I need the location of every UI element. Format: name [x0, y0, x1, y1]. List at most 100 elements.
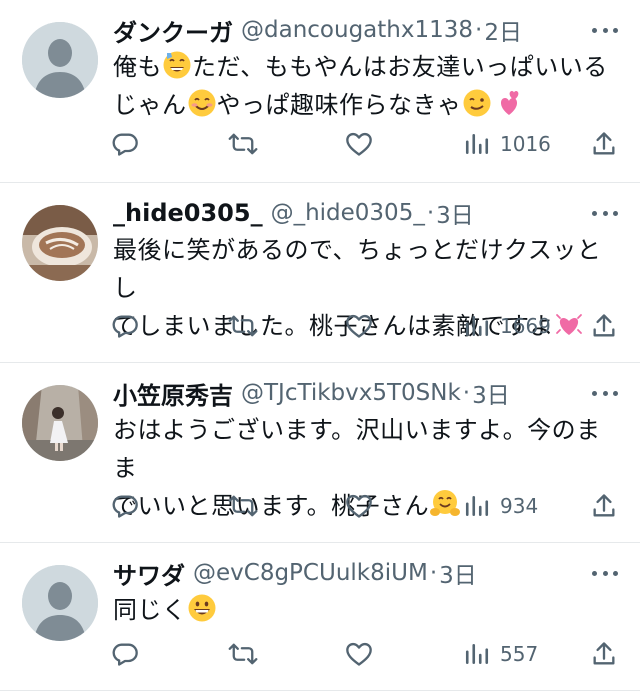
tweet-text-part: 同じく [113, 596, 187, 624]
like-button[interactable] [345, 130, 373, 158]
default-avatar-icon [22, 565, 98, 641]
display-name[interactable]: ダンクーガ [113, 13, 233, 48]
tweet-text-part: おはようございます。沢山いますよ。今のまま [113, 416, 601, 482]
tweet[interactable]: _hide0305_ @_hide0305_ · 3日 最後に笑があるので、ちょ… [0, 183, 640, 363]
share-button[interactable] [590, 640, 618, 668]
retweet-button[interactable] [228, 312, 258, 340]
tweet-actions: 934 [0, 490, 640, 522]
tweet-content: ダンクーガ @dancougathx1138 · 2日 俺も ただ、ももやんはお友… [113, 12, 618, 124]
views-button[interactable]: 1669 [464, 313, 551, 339]
views-icon [465, 496, 489, 516]
separator: · [426, 200, 435, 226]
share-button[interactable] [590, 312, 618, 340]
timestamp[interactable]: 3日 [436, 196, 474, 230]
timestamp[interactable]: 3日 [472, 376, 510, 410]
views-icon [465, 134, 489, 154]
share-button[interactable] [590, 130, 618, 158]
winking-emoji-icon [463, 89, 490, 117]
tweet-header: サワダ @evC8gPCUulk8iUM · 3日 [113, 555, 618, 591]
tweet-actions: 1669 [0, 310, 640, 342]
retweet-button[interactable] [228, 130, 258, 158]
tweet-text-part: やっぱ趣味作らなきゃ [216, 91, 462, 119]
tweet-text-part: 最後に笑があるので、ちょっとだけクスッとし [113, 236, 602, 302]
retweet-icon [228, 643, 258, 665]
default-avatar-icon [22, 22, 98, 98]
timeline: ダンクーガ @dancougathx1138 · 2日 俺も ただ、ももやんはお友… [0, 0, 640, 691]
retweet-button[interactable] [228, 640, 258, 668]
reply-button[interactable] [111, 640, 139, 668]
more-icon[interactable] [592, 383, 618, 403]
avatar[interactable] [22, 565, 98, 641]
like-icon [346, 314, 372, 338]
like-icon [346, 494, 372, 518]
reply-icon [112, 133, 138, 156]
reply-button[interactable] [111, 492, 139, 520]
tweet-actions: 1016 [0, 128, 640, 160]
like-icon [346, 642, 372, 666]
reply-icon [112, 495, 138, 518]
avatar-photo-icon [22, 205, 98, 281]
retweet-icon [228, 495, 258, 517]
view-count: 1016 [500, 132, 551, 156]
display-name[interactable]: _hide0305_ [113, 199, 263, 227]
tweet-text: 俺も ただ、ももやんはお友達いっぱいいる じゃん やっぱ趣味作らなきゃ [113, 48, 618, 124]
tweet-actions: 557 [0, 638, 640, 670]
avatar-photo-icon [22, 385, 98, 461]
reply-button[interactable] [111, 312, 139, 340]
views-button[interactable]: 1016 [464, 131, 551, 157]
separator: · [475, 17, 483, 43]
tweet-content: サワダ @evC8gPCUulk8iUM · 3日 同じく [113, 555, 618, 629]
more-icon[interactable] [592, 563, 618, 583]
retweet-button[interactable] [228, 492, 258, 520]
share-icon [593, 132, 615, 155]
views-icon [465, 316, 489, 336]
tweet-header: 小笠原秀吉 @TJcTikbvx5T0SNk · 3日 [113, 375, 618, 411]
timestamp[interactable]: 3日 [439, 556, 477, 590]
two-hearts-emoji-icon [500, 91, 518, 115]
share-icon [593, 494, 615, 517]
more-icon[interactable] [592, 203, 618, 223]
tweet-header: ダンクーガ @dancougathx1138 · 2日 [113, 12, 618, 48]
tweet-text-part: じゃん [113, 91, 187, 119]
timestamp[interactable]: 2日 [484, 13, 522, 47]
views-icon [465, 644, 489, 664]
user-handle[interactable]: @_hide0305_ [271, 200, 425, 226]
user-handle[interactable]: @evC8gPCUulk8iUM [193, 560, 428, 586]
views-button[interactable]: 934 [464, 493, 538, 519]
like-button[interactable] [345, 640, 373, 668]
share-icon [593, 642, 615, 665]
retweet-icon [228, 133, 258, 155]
share-icon [593, 314, 615, 337]
grinning-sweat-emoji-icon [163, 51, 191, 79]
smiling-blush-emoji-icon [188, 89, 215, 117]
more-icon[interactable] [592, 20, 618, 40]
display-name[interactable]: 小笠原秀吉 [113, 376, 233, 411]
tweet[interactable]: サワダ @evC8gPCUulk8iUM · 3日 同じく 557 [0, 543, 640, 691]
user-handle[interactable]: @dancougathx1138 [241, 17, 473, 43]
separator: · [462, 380, 471, 406]
tweet-text-part: ただ、ももやんはお友達いっぱいいる [192, 53, 608, 81]
retweet-icon [228, 315, 258, 337]
like-button[interactable] [345, 492, 373, 520]
reply-button[interactable] [111, 130, 139, 158]
separator: · [429, 560, 438, 586]
avatar[interactable] [22, 385, 98, 461]
view-count: 1669 [500, 314, 551, 338]
tweet-header: _hide0305_ @_hide0305_ · 3日 [113, 195, 618, 231]
avatar[interactable] [22, 205, 98, 281]
view-count: 934 [500, 494, 539, 518]
reply-icon [112, 643, 138, 666]
tweet-text: 同じく [113, 591, 618, 629]
like-button[interactable] [345, 312, 373, 340]
view-count: 557 [500, 642, 539, 666]
share-button[interactable] [590, 492, 618, 520]
tweet[interactable]: ダンクーガ @dancougathx1138 · 2日 俺も ただ、ももやんはお友… [0, 0, 640, 183]
user-handle[interactable]: @TJcTikbvx5T0SNk [241, 380, 461, 406]
grinning-face-emoji-icon [188, 594, 215, 622]
views-button[interactable]: 557 [464, 641, 538, 667]
avatar[interactable] [22, 22, 98, 98]
display-name[interactable]: サワダ [113, 556, 185, 591]
like-icon [346, 132, 372, 156]
tweet-text-part: 俺も [113, 53, 162, 81]
tweet[interactable]: 小笠原秀吉 @TJcTikbvx5T0SNk · 3日 おはようございます。沢山… [0, 363, 640, 543]
